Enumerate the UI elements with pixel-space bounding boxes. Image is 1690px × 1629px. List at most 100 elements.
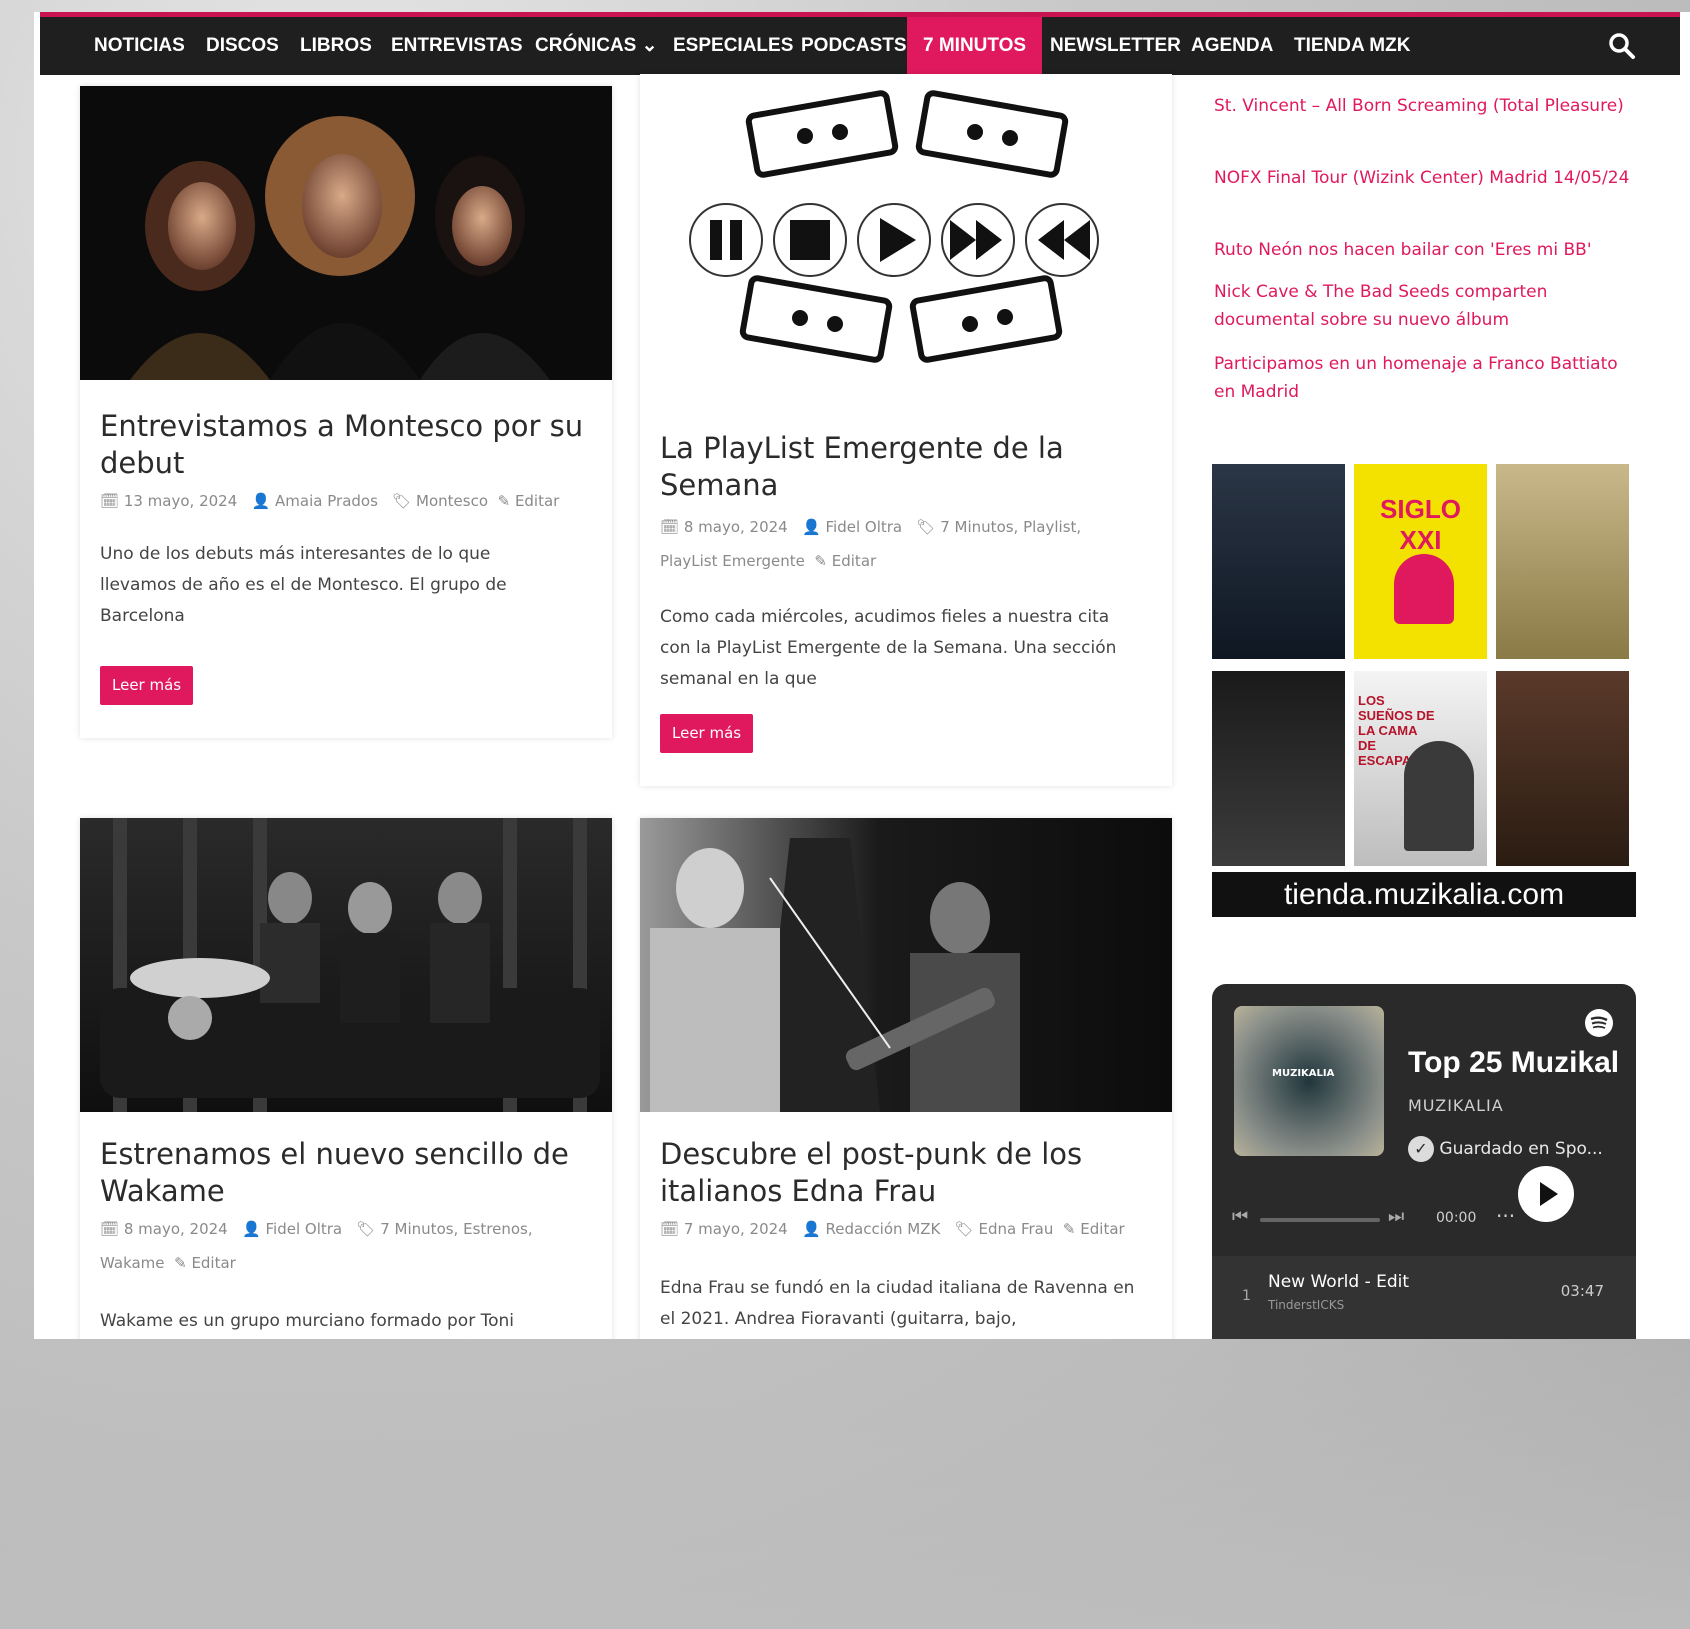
book-cover-siglo-xxi[interactable]: SIGLO XXI [1354,464,1487,659]
article-excerpt: Uno de los debuts más interesantes de lo… [100,544,507,626]
article-edit-link[interactable]: Editar [832,552,876,570]
book-cover-los-suenos[interactable]: LOS SUEÑOS DE LA CAMA DE ESCAPAR [1354,671,1487,866]
article-excerpt: Como cada miércoles, acudimos fieles a n… [660,607,1117,689]
store-url-banner[interactable]: tienda.muzikalia.com [1212,872,1636,917]
saved-status: ✓ Guardado en Spo... [1408,1136,1603,1162]
cover-label: MUZIKALIA [1272,1068,1335,1079]
nav-noticias[interactable]: NOTICIAS [94,17,185,75]
article-author[interactable]: Amaia Prados [275,492,378,510]
spotify-logo-icon[interactable] [1584,1008,1614,1038]
article-author[interactable]: Fidel Oltra [266,1220,343,1238]
book-cover[interactable] [1496,671,1629,866]
nav-tienda[interactable]: TIENDA MZK [1294,17,1410,75]
user-icon: 👤 [251,492,271,510]
user-icon: 👤 [242,1220,261,1238]
nav-libros[interactable]: LIBROS [300,17,372,75]
article-card-montesco: Entrevistamos a Montesco por su debut 🗓 … [80,86,612,738]
progress-bar[interactable] [1260,1218,1380,1222]
sidebar-link[interactable]: NOFX Final Tour (Wizink Center) Madrid 1… [1214,164,1634,192]
play-button[interactable] [1518,1166,1574,1222]
article-edit-link[interactable]: Editar [191,1254,235,1272]
user-icon: 👤 [802,518,821,536]
sneaker-illustration [1394,554,1454,624]
nav-agenda[interactable]: AGENDA [1191,17,1273,75]
article-title[interactable]: Estrenamos el nuevo sencillo de Wakame [100,1136,590,1210]
article-meta: 🗓 8 mayo, 2024 👤 Fidel Oltra 🏷 7 Minutos… [660,510,1140,578]
read-more-button[interactable]: Leer más [660,714,754,753]
read-more-button[interactable]: Leer más [100,666,194,705]
article-date[interactable]: 8 mayo, 2024 [124,1220,228,1238]
book-cover[interactable] [1212,671,1345,866]
article-image-edna-frau[interactable] [640,818,1172,1112]
tag-icon: 🏷 [916,518,936,536]
page-frame: NOTICIAS DISCOS LIBROS ENTREVISTAS CRÓNI… [34,12,1690,1339]
more-options-icon[interactable]: ··· [1496,1204,1515,1228]
nav-especiales[interactable]: ESPECIALES [673,17,793,75]
calendar-icon: 🗓 [660,1220,680,1238]
previous-icon[interactable]: ⏮ [1232,1206,1248,1227]
playlist-cover[interactable]: MUZIKALIA [1234,1006,1384,1156]
edit-icon: ✎ [497,492,511,510]
track-number: 1 [1242,1288,1251,1304]
calendar-icon: 🗓 [660,518,680,536]
spotify-embed: MUZIKALIA Top 25 Muzikal MUZIKALIA ✓ Gua… [1212,984,1636,1339]
calendar-icon: 🗓 [100,492,120,510]
search-icon[interactable] [1608,32,1636,60]
article-meta: 🗓 13 mayo, 2024 👤 Amaia Prados 🏷 Montesc… [100,484,600,518]
article-title[interactable]: Descubre el post-punk de los italianos E… [660,1136,1150,1210]
book-cover[interactable] [1212,464,1345,659]
sidebar-link[interactable]: St. Vincent – All Born Screaming (Total … [1214,92,1634,120]
article-image-playlist[interactable] [640,74,1172,392]
article-card-playlist: La PlayList Emergente de la Semana 🗓 8 m… [640,74,1172,786]
article-date[interactable]: 13 mayo, 2024 [124,492,237,510]
portrait-illustration [1404,741,1474,851]
article-date[interactable]: 7 mayo, 2024 [684,1220,788,1238]
article-author[interactable]: Fidel Oltra [826,518,903,536]
sidebar-link[interactable]: Ruto Neón nos hacen bailar con 'Eres mi … [1214,236,1634,264]
article-title[interactable]: Entrevistamos a Montesco por su debut [100,408,590,482]
article-date[interactable]: 8 mayo, 2024 [684,518,788,536]
sidebar-link[interactable]: Participamos en un homenaje a Franco Bat… [1214,350,1634,406]
nav-7-minutos[interactable]: 7 MINUTOS [907,17,1043,75]
nav-podcasts[interactable]: PODCASTS [801,17,907,75]
user-icon: 👤 [802,1220,821,1238]
nav-discos[interactable]: DISCOS [206,17,279,75]
article-card-edna-frau: Descubre el post-punk de los italianos E… [640,818,1172,1339]
saved-label: Guardado en Spo... [1439,1139,1603,1159]
article-card-wakame: Estrenamos el nuevo sencillo de Wakame 🗓… [80,818,612,1339]
tag-icon: 🏷 [356,1220,376,1238]
reflection-fade [0,1339,1690,1629]
article-title[interactable]: La PlayList Emergente de la Semana [660,430,1150,504]
article-edit-link[interactable]: Editar [1080,1220,1124,1238]
tag-icon: 🏷 [954,1220,974,1238]
calendar-icon: 🗓 [100,1220,120,1238]
article-image-wakame[interactable] [80,818,612,1112]
book-cover[interactable] [1496,464,1629,659]
article-meta: 🗓 8 mayo, 2024 👤 Fidel Oltra 🏷 7 Minutos… [100,1212,570,1280]
tag-icon: 🏷 [392,492,412,510]
next-icon[interactable]: ⏭ [1388,1206,1404,1227]
check-icon: ✓ [1408,1136,1434,1162]
article-edit-link[interactable]: Editar [515,492,559,510]
article-excerpt: Wakame es un grupo murciano formado por … [100,1311,514,1331]
edit-icon: ✎ [174,1254,187,1272]
article-image-montesco[interactable] [80,86,612,380]
article-author[interactable]: Redacción MZK [826,1220,941,1238]
main-nav: NOTICIAS DISCOS LIBROS ENTREVISTAS CRÓNI… [40,12,1680,75]
nav-newsletter[interactable]: NEWSLETTER [1050,17,1181,75]
nav-entrevistas[interactable]: ENTREVISTAS [391,17,523,75]
article-meta: 🗓 7 mayo, 2024 👤 Redacción MZK 🏷 Edna Fr… [660,1212,1160,1246]
track-row[interactable]: 1 New World - Edit TinderstICKS 03:47 [1212,1256,1636,1339]
article-tags[interactable]: Edna Frau [979,1220,1054,1238]
track-title: New World - Edit [1268,1272,1410,1292]
playlist-title[interactable]: Top 25 Muzikal [1408,1046,1619,1080]
nav-cronicas[interactable]: CRÓNICAS ⌄ [535,17,658,75]
sidebar-link[interactable]: Nick Cave & The Bad Seeds comparten docu… [1214,278,1634,334]
track-artist: TinderstICKS [1268,1298,1345,1312]
playlist-owner[interactable]: MUZIKALIA [1408,1096,1504,1115]
article-tags[interactable]: Montesco [416,492,488,510]
elapsed-time: 00:00 [1436,1210,1477,1226]
edit-icon: ✎ [814,552,827,570]
track-duration: 03:47 [1560,1282,1604,1300]
book-title: SIGLO XXI [1380,494,1461,555]
